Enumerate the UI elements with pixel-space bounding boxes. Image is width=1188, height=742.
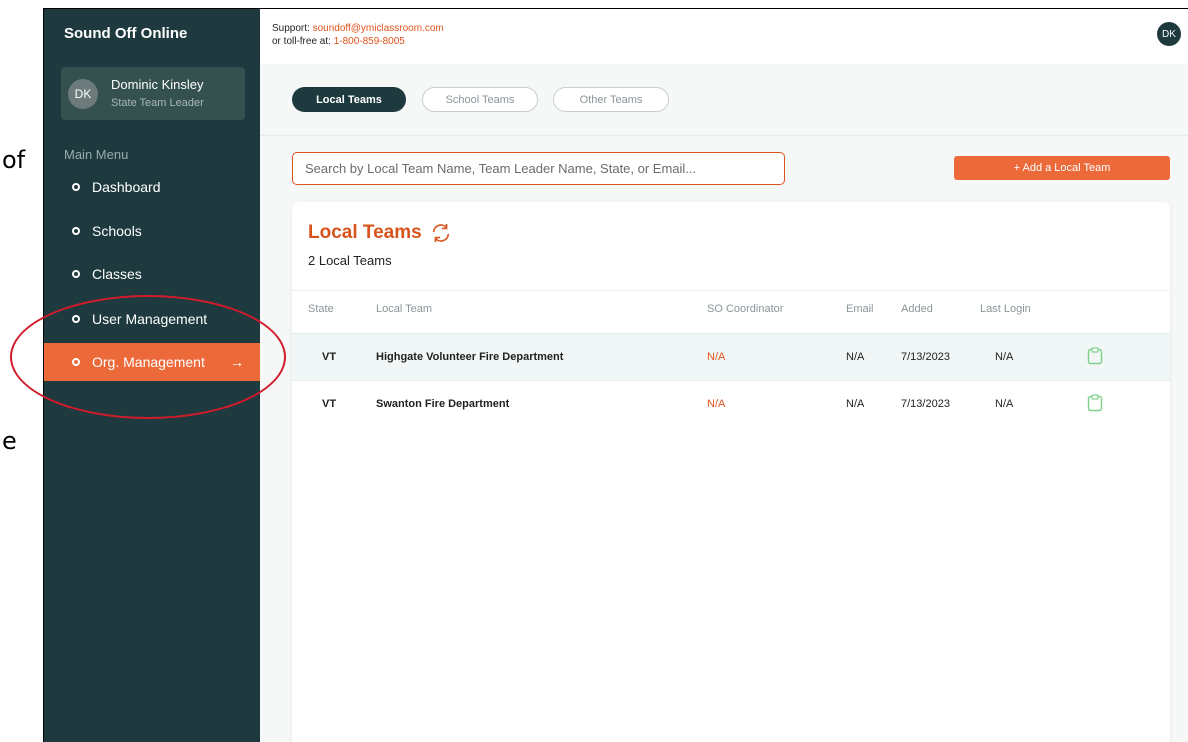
refresh-icon[interactable] <box>430 222 452 244</box>
cell-added: 7/13/2023 <box>901 398 950 410</box>
sidebar-item-label: Classes <box>92 266 142 282</box>
tab-local-teams[interactable]: Local Teams <box>292 87 406 112</box>
sidebar-item-label: Org. Management <box>92 354 205 370</box>
bullet-icon <box>72 227 80 235</box>
cell-last-login: N/A <box>995 398 1014 410</box>
sidebar-item-org-management[interactable]: Org. Management → <box>44 343 260 381</box>
table-row[interactable]: VT Highgate Volunteer Fire Department N/… <box>292 333 1170 380</box>
bullet-icon <box>72 270 80 278</box>
arrow-right-icon: → <box>230 354 244 370</box>
sidebar-item-label: Dashboard <box>92 179 161 195</box>
app-window: Sound Off Online DK Dominic Kinsley Stat… <box>43 8 1188 742</box>
cell-so-coordinator: N/A <box>707 351 726 363</box>
cell-email: N/A <box>846 351 865 363</box>
sidebar-item-label: Schools <box>92 223 142 239</box>
slide-text-fragment: e <box>2 427 17 455</box>
local-teams-card: Local Teams 2 Local Teams State Local Te… <box>292 202 1170 742</box>
slide-text-fragment: of <box>2 146 26 174</box>
cell-local-team[interactable]: Swanton Fire Department <box>376 398 509 410</box>
tollfree-number-link[interactable]: 1-800-859-8005 <box>334 36 405 47</box>
bullet-icon <box>72 183 80 191</box>
support-email-link[interactable]: soundoff@ymiclassroom.com <box>313 23 444 34</box>
table-header: State Local Team SO Coordinator Email Ad… <box>292 290 1170 334</box>
table-row[interactable]: VT Swanton Fire Department N/A N/A 7/13/… <box>292 380 1170 427</box>
cell-local-team[interactable]: Highgate Volunteer Fire Department <box>376 351 563 363</box>
cell-added: 7/13/2023 <box>901 351 950 363</box>
team-count: 2 Local Teams <box>308 253 392 268</box>
bullet-icon <box>72 315 80 323</box>
user-role: State Team Leader <box>111 97 204 109</box>
sidebar: Sound Off Online DK Dominic Kinsley Stat… <box>44 9 260 742</box>
cell-state: VT <box>322 351 337 363</box>
column-header-so-coordinator[interactable]: SO Coordinator <box>707 303 783 315</box>
cell-email: N/A <box>846 398 865 410</box>
column-header-email[interactable]: Email <box>846 303 874 315</box>
team-tabs: Local Teams School Teams Other Teams <box>260 64 1188 136</box>
user-name: Dominic Kinsley <box>111 77 204 92</box>
tab-school-teams[interactable]: School Teams <box>422 87 538 112</box>
clipboard-icon[interactable] <box>1087 394 1103 412</box>
tollfree-label: or toll-free at: <box>272 36 334 47</box>
menu-section-label: Main Menu <box>64 147 129 162</box>
column-header-local-team[interactable]: Local Team <box>376 303 432 315</box>
avatar: DK <box>68 79 98 109</box>
sidebar-item-user-management[interactable]: User Management <box>44 300 260 338</box>
cell-last-login: N/A <box>995 351 1014 363</box>
clipboard-icon[interactable] <box>1087 347 1103 365</box>
support-label: Support: <box>272 23 313 34</box>
top-bar: Support: soundoff@ymiclassroom.com or to… <box>260 9 1188 64</box>
add-local-team-button[interactable]: + Add a Local Team <box>954 156 1170 180</box>
column-header-last-login[interactable]: Last Login <box>980 303 1031 315</box>
brand-logo[interactable]: Sound Off Online <box>64 25 187 42</box>
tab-other-teams[interactable]: Other Teams <box>553 87 669 112</box>
search-input[interactable] <box>292 152 785 185</box>
column-header-added[interactable]: Added <box>901 303 933 315</box>
bullet-icon <box>72 358 80 366</box>
sidebar-item-label: User Management <box>92 311 208 327</box>
card-title: Local Teams <box>308 222 422 243</box>
cell-state: VT <box>322 398 337 410</box>
sidebar-item-classes[interactable]: Classes <box>44 255 260 293</box>
cell-so-coordinator: N/A <box>707 398 726 410</box>
column-header-state[interactable]: State <box>308 303 334 315</box>
sidebar-item-schools[interactable]: Schools <box>44 212 260 250</box>
sidebar-item-dashboard[interactable]: Dashboard <box>44 168 260 206</box>
account-menu-avatar[interactable]: DK <box>1157 22 1181 46</box>
support-info: Support: soundoff@ymiclassroom.com or to… <box>272 22 444 48</box>
user-card[interactable]: DK Dominic Kinsley State Team Leader <box>61 67 245 120</box>
